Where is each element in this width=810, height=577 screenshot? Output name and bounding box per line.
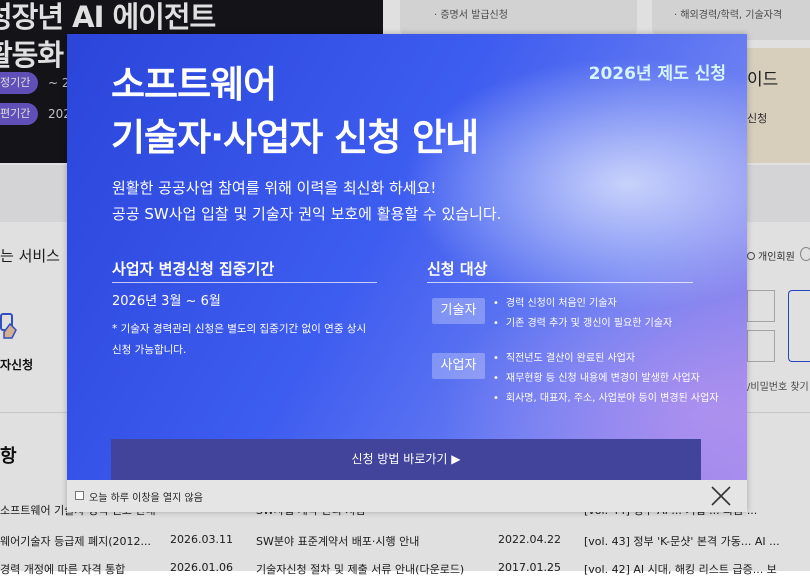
- target-item: 직전년도 결산이 완료된 사업자: [493, 349, 635, 364]
- tag-technician: 기술자: [432, 298, 485, 324]
- how-to-apply-button[interactable]: 신청 방법 바로가기 ▶: [111, 439, 701, 480]
- period-text: 2026년 3월 ~ 6월: [112, 294, 221, 309]
- target-divider: [427, 282, 693, 283]
- popup-footer: 오늘 하루 이창을 열지 않음: [67, 480, 747, 512]
- target-item: 기존 경력 추가 및 갱신이 필요한 기술자: [493, 314, 672, 329]
- note-line1: * 기술자 경력관리 신청은 별도의 집중기간 없이 연중 상시: [112, 323, 367, 335]
- target-item: 회사명, 대표자, 주소, 사업분야 등이 변경된 사업자: [493, 389, 719, 404]
- note-line2: 신청 가능합니다.: [112, 344, 187, 356]
- tag-business: 사업자: [432, 353, 485, 379]
- year-tag: 2026년 제도 신청: [588, 64, 726, 84]
- dont-show-today-checkbox[interactable]: [75, 491, 84, 500]
- period-heading: 사업자 변경신청 집중기간: [112, 260, 275, 278]
- popup-title-line1: 소프트웨어: [111, 63, 277, 106]
- notice-popup: 2026년 제도 신청 소프트웨어 기술자·사업자 신청 안내 원활한 공공사업…: [67, 34, 747, 512]
- target-heading: 신청 대상: [427, 260, 488, 278]
- popup-subtitle-line2: 공공 SW사업 입찰 및 기술자 권익 보호에 활용할 수 있습니다.: [112, 205, 502, 223]
- target-item: 재무현황 등 신청 내용에 변경이 발생한 사업자: [493, 369, 700, 384]
- dont-show-today-label[interactable]: 오늘 하루 이창을 열지 않음: [89, 489, 203, 504]
- popup-title-line2: 기술자·사업자 신청 안내: [111, 116, 479, 159]
- popup-subtitle-line1: 원활한 공공사업 참여를 위해 이력을 최신화 하세요!: [112, 179, 437, 197]
- period-divider: [112, 282, 377, 283]
- close-x-icon[interactable]: [709, 484, 733, 508]
- target-item: 경력 신청이 처음인 기술자: [493, 294, 617, 309]
- promo-banner[interactable]: 2026년 제도 신청 소프트웨어 기술자·사업자 신청 안내 원활한 공공사업…: [67, 34, 747, 480]
